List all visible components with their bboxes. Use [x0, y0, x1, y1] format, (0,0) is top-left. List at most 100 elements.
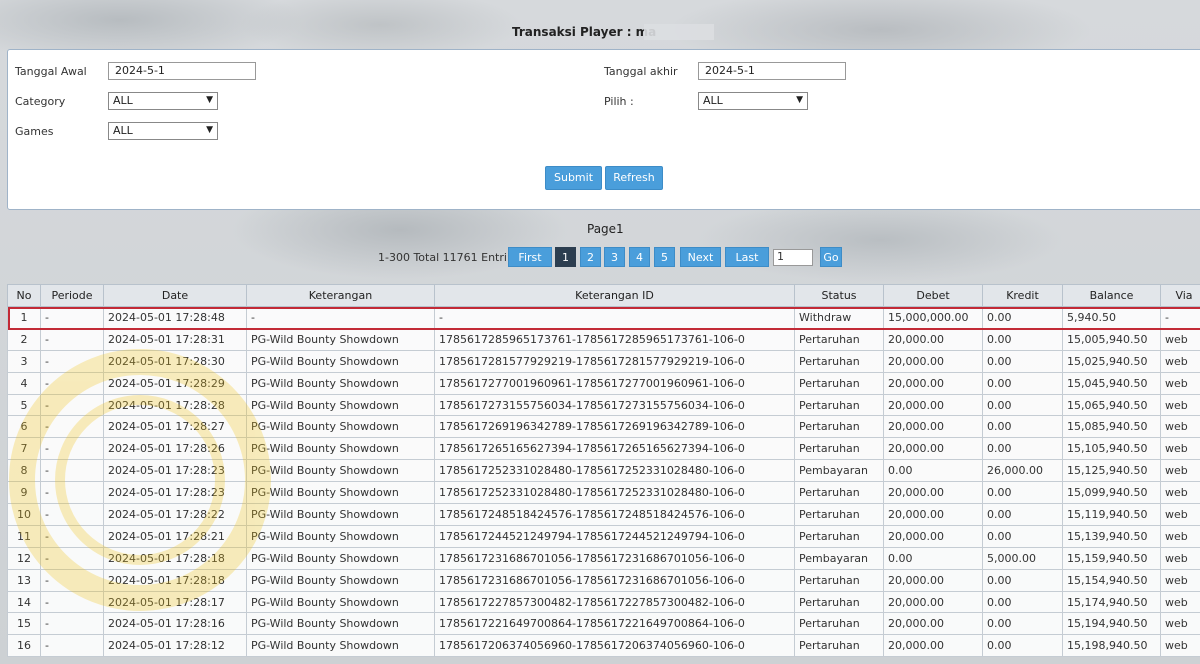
go-button[interactable]: Go [820, 247, 842, 267]
cell-keterangan: PG-Wild Bounty Showdown [246, 524, 435, 548]
cell-no: 7 [7, 437, 41, 461]
games-select-value: ALL [113, 124, 133, 137]
cell-periode: - [40, 393, 104, 417]
table-row[interactable]: 11-2024-05-01 17:28:21 PG-Wild Bounty Sho… [7, 524, 1200, 548]
cell-status: Pertaruhan [794, 503, 884, 526]
cell-kredit: 0.00 [982, 349, 1063, 373]
cell-via: web [1160, 524, 1200, 548]
table-row[interactable]: 16-2024-05-01 17:28:12 PG-Wild Bounty Sho… [7, 634, 1200, 658]
cell-via: web [1160, 437, 1200, 461]
cell-status: Withdraw [794, 306, 884, 329]
table-row[interactable]: 2-2024-05-01 17:28:31 PG-Wild Bounty Show… [7, 327, 1200, 351]
pagination-next-button[interactable]: Next [680, 247, 721, 267]
cell-date: 2024-05-01 17:28:21 [103, 524, 247, 548]
cell-via: web [1160, 327, 1200, 351]
cell-kredit: 0.00 [982, 327, 1063, 351]
table-row[interactable]: 6-2024-05-01 17:28:27 PG-Wild Bounty Show… [7, 415, 1200, 439]
cell-date: 2024-05-01 17:28:28 [103, 393, 247, 417]
column-header-date[interactable]: Date [103, 284, 247, 307]
cell-keterangan-id: 1785617231686701056-1785617231686701056-… [434, 546, 795, 570]
cell-keterangan: PG-Wild Bounty Showdown [246, 634, 435, 658]
cell-keterangan-id: 1785617269196342789-1785617269196342789-… [434, 415, 795, 439]
cell-keterangan: PG-Wild Bounty Showdown [246, 437, 435, 461]
table-row[interactable]: 9-2024-05-01 17:28:23 PG-Wild Bounty Show… [7, 481, 1200, 505]
pagination-page-1[interactable]: 1 [555, 247, 576, 267]
cell-periode: - [40, 503, 104, 526]
cell-balance: 15,025,940.50 [1062, 349, 1161, 373]
cell-via: web [1160, 612, 1200, 636]
table-row[interactable]: 5-2024-05-01 17:28:28 PG-Wild Bounty Show… [7, 393, 1200, 417]
cell-debet: 20,000.00 [883, 524, 983, 548]
page-number-title: Page1 [587, 222, 624, 236]
refresh-button[interactable]: Refresh [605, 166, 663, 190]
pilih-select[interactable]: ALL ▼ [698, 92, 808, 110]
cell-keterangan: PG-Wild Bounty Showdown [246, 327, 435, 351]
table-row[interactable]: 4-2024-05-01 17:28:29 PG-Wild Bounty Show… [7, 371, 1200, 395]
cell-keterangan: PG-Wild Bounty Showdown [246, 503, 435, 526]
cell-date: 2024-05-01 17:28:23 [103, 481, 247, 505]
cell-balance: 15,154,940.50 [1062, 568, 1161, 592]
cell-periode: - [40, 437, 104, 461]
cell-keterangan-id: 1785617281577929219-1785617281577929219-… [434, 349, 795, 373]
pagination-first-button[interactable]: First [508, 247, 552, 267]
cell-debet: 20,000.00 [883, 349, 983, 373]
pagination-last-button[interactable]: Last [725, 247, 769, 267]
cell-periode: - [40, 634, 104, 658]
cell-kredit: 0.00 [982, 524, 1063, 548]
cell-periode: - [40, 590, 104, 614]
table-row[interactable]: 10-2024-05-01 17:28:22 PG-Wild Bounty Sho… [7, 503, 1200, 526]
cell-periode: - [40, 481, 104, 505]
table-row[interactable]: 14-2024-05-01 17:28:17 PG-Wild Bounty Sho… [7, 590, 1200, 614]
cell-status: Pertaruhan [794, 437, 884, 461]
pagination-page-4[interactable]: 4 [629, 247, 650, 267]
chevron-down-icon: ▼ [206, 95, 213, 105]
category-select[interactable]: ALL ▼ [108, 92, 218, 110]
cell-debet: 0.00 [883, 546, 983, 570]
cell-date: 2024-05-01 17:28:26 [103, 437, 247, 461]
cell-balance: 15,119,940.50 [1062, 503, 1161, 526]
column-header-status[interactable]: Status [794, 284, 884, 307]
games-label: Games [15, 125, 54, 138]
cell-via: web [1160, 546, 1200, 570]
page-number-input[interactable]: 1 [773, 249, 813, 266]
games-select[interactable]: ALL ▼ [108, 122, 218, 140]
cell-debet: 20,000.00 [883, 481, 983, 505]
pagination-page-5[interactable]: 5 [654, 247, 675, 267]
table-row[interactable]: 12-2024-05-01 17:28:18 PG-Wild Bounty Sho… [7, 546, 1200, 570]
cell-keterangan-id: 1785617252331028480-1785617252331028480-… [434, 459, 795, 483]
cell-kredit: 0.00 [982, 568, 1063, 592]
cell-keterangan-id: 1785617273155756034-1785617273155756034-… [434, 393, 795, 417]
cell-via: web [1160, 590, 1200, 614]
cell-date: 2024-05-01 17:28:18 [103, 546, 247, 570]
cell-date: 2024-05-01 17:28:18 [103, 568, 247, 592]
table-row[interactable]: 3-2024-05-01 17:28:30 PG-Wild Bounty Show… [7, 349, 1200, 373]
table-row[interactable]: 13-2024-05-01 17:28:18 PG-Wild Bounty Sho… [7, 568, 1200, 592]
pagination-page-3[interactable]: 3 [604, 247, 625, 267]
column-header-periode[interactable]: Periode [40, 284, 104, 307]
tanggal-akhir-input[interactable]: 2024-5-1 [698, 62, 846, 80]
column-header-balance[interactable]: Balance [1062, 284, 1161, 307]
column-header-keterangan-id[interactable]: Keterangan ID [434, 284, 795, 307]
column-header-debet[interactable]: Debet [883, 284, 983, 307]
column-header-kredit[interactable]: Kredit [982, 284, 1063, 307]
cell-periode: - [40, 546, 104, 570]
pagination-page-2[interactable]: 2 [580, 247, 601, 267]
chevron-down-icon: ▼ [206, 125, 213, 135]
page-header: Transaksi Player : ma [0, 22, 1200, 42]
column-header-no[interactable]: No [7, 284, 41, 307]
table-row[interactable]: 15-2024-05-01 17:28:16 PG-Wild Bounty Sho… [7, 612, 1200, 636]
cell-no: 4 [7, 371, 41, 395]
table-row[interactable]: 7-2024-05-01 17:28:26 PG-Wild Bounty Show… [7, 437, 1200, 461]
column-header-keterangan[interactable]: Keterangan [246, 284, 435, 307]
cell-kredit: 0.00 [982, 393, 1063, 417]
table-row[interactable]: 1-2024-05-01 17:28:48- - Withdraw 15,000,00… [7, 306, 1200, 329]
cell-via: - [1160, 306, 1200, 329]
tanggal-awal-input[interactable]: 2024-5-1 [108, 62, 256, 80]
cell-balance: 5,940.50 [1062, 306, 1161, 329]
cell-keterangan-id: 1785617206374056960-1785617206374056960-… [434, 634, 795, 658]
cell-status: Pertaruhan [794, 371, 884, 395]
cell-no: 14 [7, 590, 41, 614]
column-header-via[interactable]: Via [1160, 284, 1200, 307]
submit-button[interactable]: Submit [545, 166, 602, 190]
table-row[interactable]: 8-2024-05-01 17:28:23 PG-Wild Bounty Show… [7, 459, 1200, 483]
